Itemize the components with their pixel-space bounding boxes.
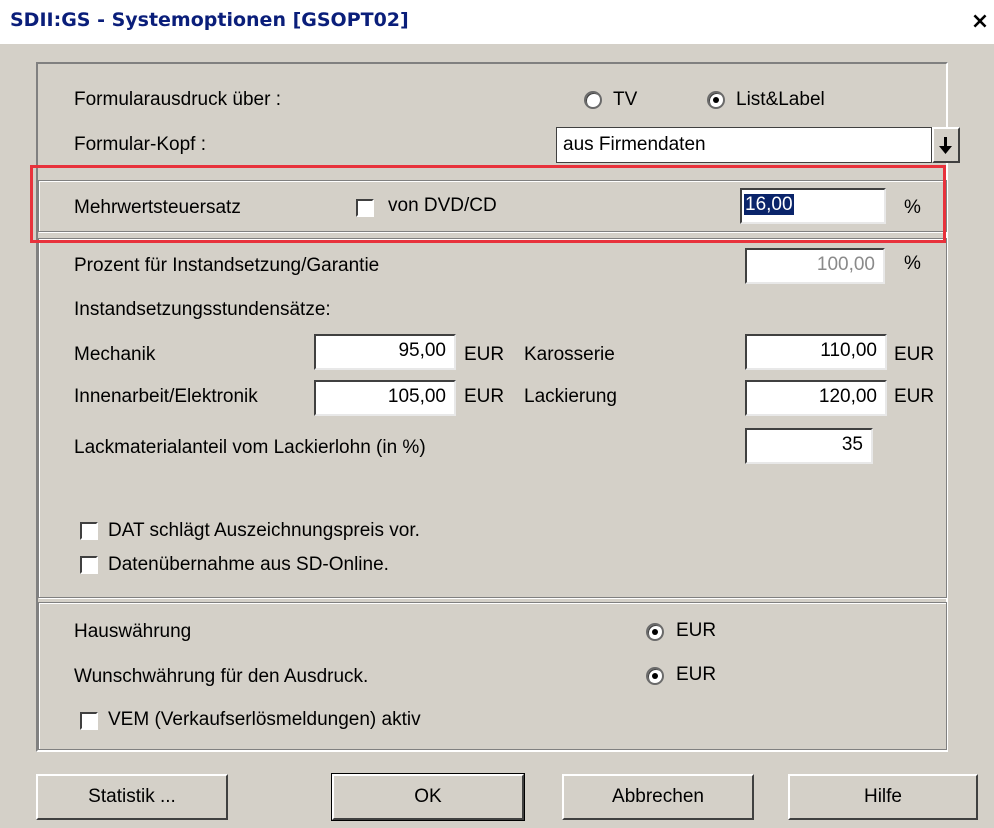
rate-karosserie-input[interactable]: 110,00 [745, 334, 887, 370]
cancel-button[interactable]: Abbrechen [562, 774, 754, 820]
window-title: SDII:GS - Systemoptionen [GSOPT02] [10, 9, 409, 31]
rate-lackierung-unit: EUR [894, 386, 935, 407]
repair-percent-input: 100,00 [745, 248, 885, 284]
print-currency-radio[interactable] [646, 667, 664, 685]
print-currency-label: Wunschwährung für den Ausdruck. [74, 666, 369, 687]
form-output-label: Formularausdruck über : [74, 89, 281, 110]
repair-group [38, 238, 947, 598]
dat-price-checkbox[interactable] [80, 522, 98, 540]
arrow-down-icon [939, 137, 952, 154]
home-currency-label: Hauswährung [74, 621, 192, 642]
rate-karosserie-unit: EUR [894, 344, 935, 365]
close-icon[interactable]: × [970, 10, 990, 34]
form-header-dropdown-button[interactable] [932, 127, 960, 163]
sd-online-label[interactable]: Datenübernahme aus SD-Online. [108, 553, 389, 577]
statistik-button[interactable]: Statistik ... [36, 774, 228, 820]
vem-label[interactable]: VEM (Verkaufserlösmeldungen) aktiv [108, 708, 421, 732]
radio-list-label[interactable] [707, 91, 725, 109]
paint-share-input[interactable]: 35 [745, 428, 873, 464]
sd-online-checkbox[interactable] [80, 556, 98, 574]
repair-percent-label: Prozent für Instandsetzung/Garantie [74, 255, 380, 276]
rate-innenarbeit-label: Innenarbeit/Elektronik [74, 386, 258, 407]
rate-mechanik-input[interactable]: 95,00 [314, 334, 456, 370]
ok-button[interactable]: OK [331, 773, 525, 821]
vem-checkbox[interactable] [80, 712, 98, 730]
form-header-select[interactable]: aus Firmendaten [556, 127, 932, 163]
paint-share-label: Lackmaterialanteil vom Lackierlohn (in %… [74, 437, 426, 458]
rate-innenarbeit-input[interactable]: 105,00 [314, 380, 456, 416]
rate-mechanik-unit: EUR [464, 344, 505, 365]
dat-price-label[interactable]: DAT schlägt Auszeichnungspreis vor. [108, 519, 420, 543]
radio-tv[interactable] [584, 91, 602, 109]
rate-lackierung-input[interactable]: 120,00 [745, 380, 887, 416]
radio-tv-label[interactable]: TV [613, 88, 637, 112]
rate-karosserie-label: Karosserie [524, 344, 615, 365]
repair-percent-unit: % [904, 253, 921, 274]
home-currency-value[interactable]: EUR [676, 619, 716, 643]
home-currency-radio[interactable] [646, 623, 664, 641]
rate-lackierung-label: Lackierung [524, 386, 617, 407]
rates-heading: Instandsetzungsstundensätze: [74, 299, 331, 320]
radio-list-label-label[interactable]: List&Label [736, 88, 825, 112]
rate-mechanik-label: Mechanik [74, 344, 156, 365]
form-header-label: Formular-Kopf : [74, 134, 206, 155]
print-currency-value[interactable]: EUR [676, 663, 716, 687]
highlight-box [30, 165, 946, 243]
rate-innenarbeit-unit: EUR [464, 386, 505, 407]
help-button[interactable]: Hilfe [788, 774, 978, 820]
